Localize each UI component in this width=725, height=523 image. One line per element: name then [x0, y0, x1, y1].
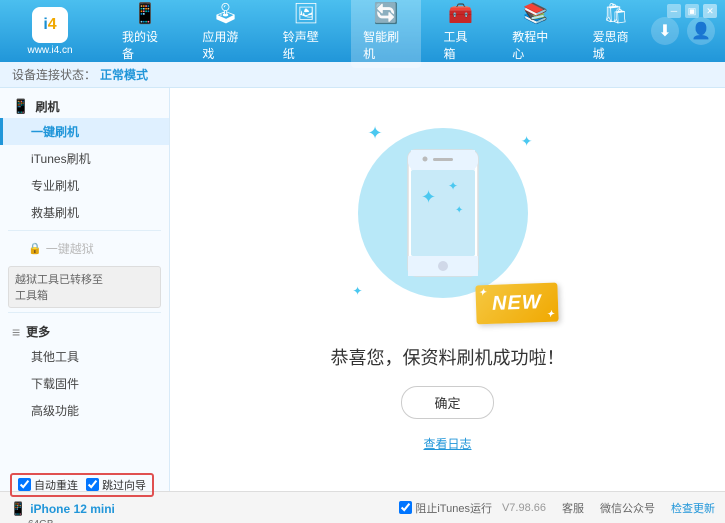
main-area: 📱 刷机 一键刷机 iTunes刷机 专业刷机 救基刷机 🔒 一键越狱 越狱工具… [0, 88, 725, 491]
itunes-status[interactable]: 阻止iTunes运行 [399, 500, 492, 516]
nav-apps-label: 应用游戏 [202, 28, 248, 62]
device-storage: 64GB [28, 519, 54, 523]
close-btn[interactable]: ✕ [703, 4, 717, 18]
footer-left-section: 自动重连 跳过向导 📱 iPhone 12 mini 64GB [10, 473, 154, 523]
jailbreak-notice-text: 越狱工具已转移至工具箱 [15, 271, 103, 303]
nav-wallpaper[interactable]: 🖼 铃声壁纸 [271, 0, 341, 68]
itunes-checkbox[interactable] [399, 501, 412, 514]
jailbreak-notice: 越狱工具已转移至工具箱 [8, 266, 161, 308]
auto-restart-input[interactable] [18, 478, 31, 491]
device-info-row: 📱 iPhone 12 mini [10, 501, 154, 517]
success-message: 恭喜您，保资料刷机成功啦！ [331, 344, 565, 370]
more-section-label: 更多 [26, 323, 50, 340]
tutorial-icon: 📚 [523, 1, 548, 26]
sidebar-item-advanced[interactable]: 高级功能 [0, 397, 169, 424]
device-icon: 📱 [133, 1, 158, 26]
check-update-link[interactable]: 检查更新 [671, 500, 715, 516]
maximize-btn[interactable]: ▣ [685, 4, 699, 18]
device-icon: 📱 [10, 501, 26, 517]
logo-area: i4 www.i4.cn [10, 7, 90, 56]
smart-flash-icon: 🔄 [374, 1, 399, 26]
skip-wizard-checkbox[interactable]: 跳过向导 [86, 477, 146, 493]
nav-wallpaper-label: 铃声壁纸 [283, 28, 329, 62]
sidebar-section-more: ≡ 更多 [0, 317, 169, 343]
sidebar-jailbreak-disabled: 🔒 一键越狱 [0, 235, 169, 262]
window-controls: ─ ▣ ✕ [667, 4, 717, 18]
header-right: ⬇ 👤 [651, 17, 715, 45]
restart-link[interactable]: 查看日志 [423, 435, 471, 452]
svg-text:✦: ✦ [448, 179, 458, 193]
nav-apps[interactable]: 🕹 应用游戏 [190, 0, 260, 68]
jailbreak-label: 一键越狱 [46, 240, 94, 257]
more-section-icon: ≡ [12, 324, 20, 340]
sidebar-item-baseband-flash[interactable]: 救基刷机 [0, 199, 169, 226]
sidebar: 📱 刷机 一键刷机 iTunes刷机 专业刷机 救基刷机 🔒 一键越狱 越狱工具… [0, 88, 170, 491]
sparkle-bottom-left: ✦ [353, 284, 363, 298]
store-icon: 🛍 [603, 1, 628, 26]
customer-service-link[interactable]: 客服 [562, 500, 584, 516]
connection-label: 设备连接状态： [12, 66, 96, 83]
sidebar-item-pro-flash[interactable]: 专业刷机 [0, 172, 169, 199]
nav-smart-flash-label: 智能刷机 [363, 28, 409, 62]
logo-text: www.i4.cn [27, 45, 72, 56]
nav-tutorial-label: 教程中心 [512, 28, 558, 62]
svg-text:✦: ✦ [421, 187, 436, 207]
user-btn[interactable]: 👤 [687, 17, 715, 45]
nav-tutorial[interactable]: 📚 教程中心 [500, 0, 570, 68]
new-badge-text: NEW [491, 291, 541, 315]
device-details: 64GB [10, 519, 154, 523]
sidebar-item-itunes-flash[interactable]: iTunes刷机 [0, 145, 169, 172]
svg-text:✦: ✦ [455, 205, 463, 216]
flash-section-label: 刷机 [35, 98, 59, 115]
header: i4 www.i4.cn 📱 我的设备 🕹 应用游戏 🖼 铃声壁纸 🔄 智能刷机 [0, 0, 725, 62]
nav-toolbox[interactable]: 🧰 工具箱 [431, 0, 490, 68]
nav-store-label: 爱思商城 [593, 28, 639, 62]
sparkle-top-right: ✦ [521, 133, 533, 150]
footer-right: V7.98.66 客服 微信公众号 检查更新 [502, 500, 715, 516]
flash-section-icon: 📱 [12, 98, 29, 115]
sidebar-item-download-firmware[interactable]: 下载固件 [0, 370, 169, 397]
sidebar-section-flash: 📱 刷机 [0, 92, 169, 118]
itunes-status-label: 阻止iTunes运行 [415, 500, 492, 516]
device-name: iPhone 12 mini [30, 502, 115, 516]
content-area: ✦ ✦ ✦ ✦ ✦ ✦ ✦ NEW ✦ [170, 88, 725, 491]
download-btn[interactable]: ⬇ [651, 17, 679, 45]
version-label: V7.98.66 [502, 502, 546, 514]
minimize-btn[interactable]: ─ [667, 4, 681, 18]
nav-store[interactable]: 🛍 爱思商城 [581, 0, 651, 68]
auto-restart-label: 自动重连 [34, 477, 78, 493]
device-name-text: iPhone 12 mini [30, 502, 115, 516]
phone-circle: ✦ ✦ ✦ [358, 128, 528, 298]
wechat-link[interactable]: 微信公众号 [600, 500, 655, 516]
nav-toolbox-label: 工具箱 [443, 28, 478, 62]
nav-my-device-label: 我的设备 [122, 28, 168, 62]
nav-smart-flash[interactable]: 🔄 智能刷机 [351, 0, 421, 68]
skip-wizard-label: 跳过向导 [102, 477, 146, 493]
phone-graphic: ✦ ✦ ✦ ✦ ✦ ✦ ✦ NEW ✦ [348, 128, 548, 328]
apps-icon: 🕹 [213, 1, 238, 26]
connection-status: 正常模式 [100, 66, 148, 83]
sparkle-top-left: ✦ [368, 123, 383, 144]
sidebar-divider-1 [8, 230, 161, 231]
new-badge: ✦ NEW ✦ [475, 282, 558, 324]
confirm-button[interactable]: 确定 [401, 386, 493, 419]
phone-svg: ✦ ✦ ✦ [403, 148, 483, 278]
nav-bar: 📱 我的设备 🕹 应用游戏 🖼 铃声壁纸 🔄 智能刷机 🧰 工具箱 📚 [110, 0, 651, 68]
sidebar-divider-2 [8, 312, 161, 313]
lock-icon: 🔒 [28, 242, 42, 255]
nav-my-device[interactable]: 📱 我的设备 [110, 0, 180, 68]
toolbox-icon: 🧰 [448, 1, 473, 26]
skip-wizard-input[interactable] [86, 478, 99, 491]
logo-icon: i4 [32, 7, 68, 43]
sidebar-item-one-key-flash[interactable]: 一键刷机 [0, 118, 169, 145]
footer: 自动重连 跳过向导 📱 iPhone 12 mini 64GB [0, 491, 725, 523]
sidebar-item-other-tools[interactable]: 其他工具 [0, 343, 169, 370]
checkboxes-highlight: 自动重连 跳过向导 [10, 473, 154, 497]
auto-restart-checkbox[interactable]: 自动重连 [18, 477, 78, 493]
wallpaper-icon: 🖼 [293, 1, 318, 26]
success-area: ✦ ✦ ✦ ✦ ✦ ✦ ✦ NEW ✦ [331, 128, 565, 452]
